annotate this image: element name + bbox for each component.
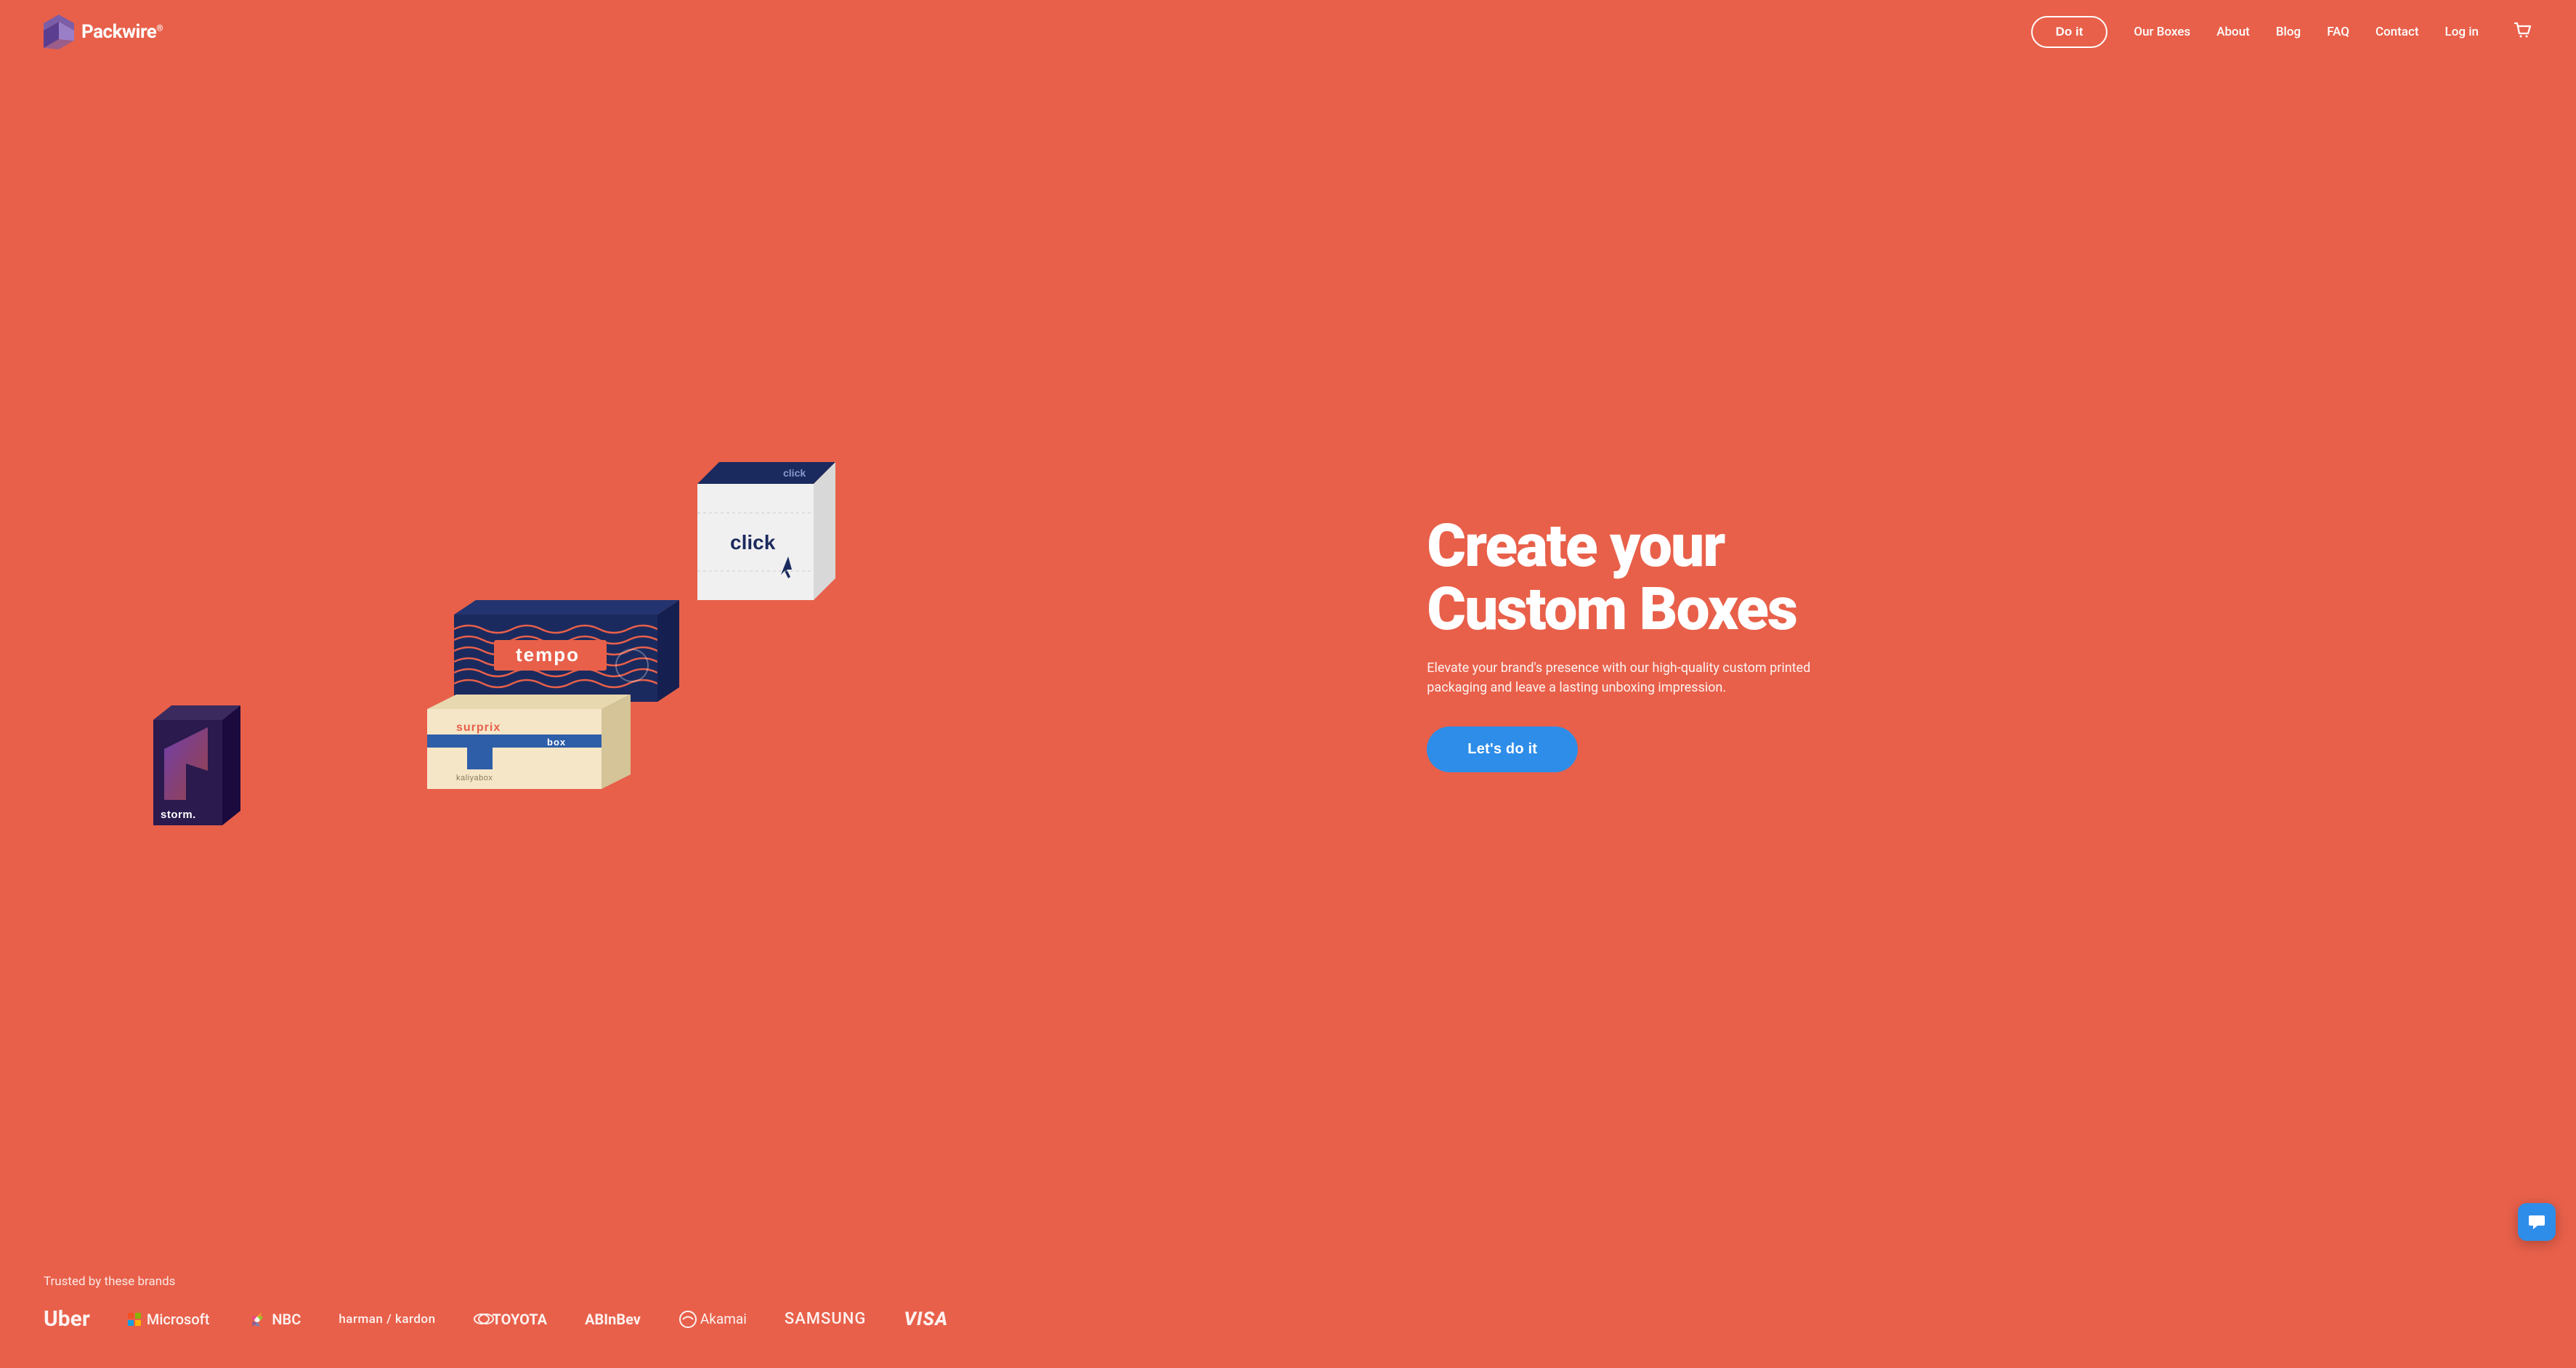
box-tempo: tempo — [454, 600, 679, 702]
nav-link-about[interactable]: About — [2216, 25, 2250, 39]
svg-text:surprix: surprix — [456, 721, 501, 734]
nav-link-our-boxes[interactable]: Our Boxes — [2134, 25, 2190, 39]
box-storm: storm. — [153, 705, 240, 825]
nav-link-faq[interactable]: FAQ — [2327, 25, 2349, 39]
nbc-peacock-icon — [247, 1309, 267, 1329]
microsoft-grid-icon — [128, 1313, 141, 1326]
brands-logos: Uber Microsoft NBC harman / kardon — [44, 1306, 2532, 1332]
hero-section: click click — [0, 64, 2576, 1252]
box-group: click click — [44, 455, 1412, 833]
hero-cta-button[interactable]: Let's do it — [1427, 727, 1578, 772]
svg-text:tempo: tempo — [516, 644, 580, 665]
cart-icon[interactable] — [2512, 20, 2532, 44]
brand-samsung: SAMSUNG — [785, 1310, 866, 1328]
svg-text:storm.: storm. — [161, 809, 196, 821]
brand-toyota: TOYOTA — [474, 1311, 548, 1328]
nav-link-login[interactable]: Log in — [2445, 25, 2479, 39]
logo[interactable]: Packwire® — [44, 15, 163, 49]
brand-abinbev: ABInBev — [585, 1311, 641, 1328]
nav-link-contact[interactable]: Contact — [2375, 25, 2419, 39]
svg-text:kaliyabox: kaliyabox — [456, 774, 493, 782]
svg-text:box: box — [547, 737, 566, 748]
box-click: click click — [676, 455, 835, 615]
chat-bubble-button[interactable] — [2518, 1203, 2556, 1241]
do-it-button[interactable]: Do it — [2031, 16, 2108, 48]
brand-visa: VISA — [904, 1308, 948, 1330]
brand-uber: Uber — [44, 1306, 90, 1332]
logo-text: Packwire® — [81, 21, 163, 43]
chat-icon — [2527, 1213, 2546, 1231]
svg-text:click: click — [730, 531, 776, 554]
svg-text:click: click — [783, 467, 806, 479]
main-nav: Do it Our Boxes About Blog FAQ Contact L… — [2031, 16, 2532, 48]
logo-icon — [44, 15, 74, 49]
brand-nbc: NBC — [247, 1309, 301, 1329]
hero-boxes-area: click click — [44, 455, 1412, 833]
brand-microsoft: Microsoft — [128, 1311, 210, 1328]
brands-label: Trusted by these brands — [44, 1274, 2532, 1289]
header: Packwire® Do it Our Boxes About Blog FAQ… — [0, 0, 2576, 64]
brand-akamai: Akamai — [679, 1310, 747, 1329]
brand-harman: harman / kardon — [339, 1312, 435, 1327]
brands-section: Trusted by these brands Uber Microsoft — [0, 1252, 2576, 1368]
toyota-rings-icon — [474, 1314, 488, 1324]
akamai-icon — [679, 1310, 697, 1329]
hero-title: Create your Custom Boxes — [1427, 515, 2532, 640]
hero-content: Create your Custom Boxes Elevate your br… — [1412, 515, 2532, 772]
box-surprix: surprix box kaliyabox — [427, 695, 631, 789]
hero-subtitle: Elevate your brand's presence with our h… — [1427, 658, 1819, 697]
nav-link-blog[interactable]: Blog — [2276, 25, 2301, 39]
